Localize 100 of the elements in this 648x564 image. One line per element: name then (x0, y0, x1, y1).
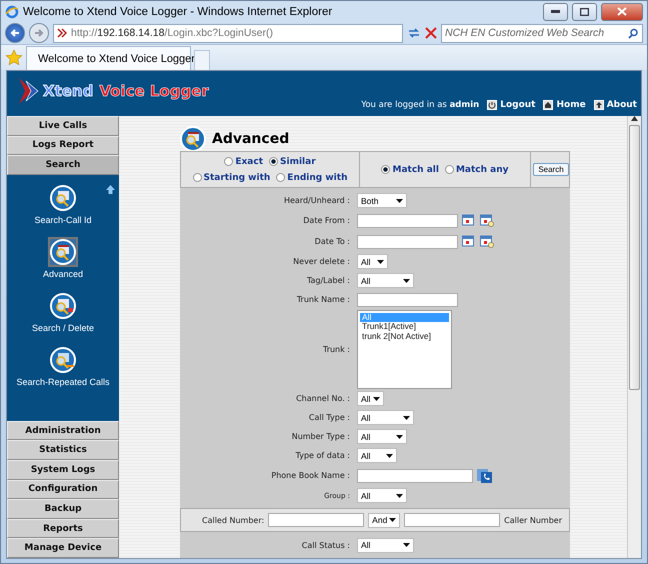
submenu-label[interactable]: Search-Repeated Calls (16, 376, 110, 387)
caret-icon (396, 494, 403, 498)
radio-option[interactable]: Similar (269, 156, 316, 166)
input-field[interactable] (357, 468, 473, 482)
phone-book-icon[interactable] (477, 468, 492, 483)
menu-button[interactable]: Live Calls (7, 116, 119, 136)
field-label: Trunk : (322, 344, 350, 354)
field-label: Never delete : (292, 257, 350, 266)
menu-button[interactable]: Statistics (7, 440, 119, 460)
minimize-button[interactable] (543, 2, 568, 20)
calendar-icon[interactable] (462, 214, 476, 227)
list-option[interactable]: Trunk1[Active] (360, 322, 449, 332)
date-field[interactable] (357, 214, 458, 228)
caret-icon (403, 543, 410, 547)
caret-icon (373, 396, 380, 400)
caret-icon (403, 416, 410, 420)
field-label: Number Type : (290, 432, 350, 441)
menu-button[interactable]: Logs Report (7, 136, 119, 156)
search-field[interactable]: NCH EN Customized Web Search (441, 24, 643, 42)
refresh-icon[interactable] (407, 27, 421, 39)
trunk-listbox[interactable]: All Trunk1[Active] trunk 2[Not Active] (357, 310, 452, 388)
up-arrow-icon (594, 100, 604, 110)
up-arrow-icon[interactable] (106, 184, 115, 194)
caret-icon (396, 198, 403, 202)
form-title: Advanced (212, 130, 290, 146)
caret-icon (386, 454, 393, 458)
magnifier-icon[interactable] (180, 126, 206, 152)
close-button[interactable] (601, 2, 643, 20)
field-label: Channel No. : (295, 394, 350, 403)
field-label: Call Status : (300, 540, 350, 550)
caret-icon (389, 518, 396, 522)
dropdown[interactable]: All (357, 410, 414, 425)
address-bar[interactable]: http://192.168.14.18/Login.xbc?LoginUser() (53, 24, 403, 42)
field-label: Type of data : (294, 451, 350, 460)
minimize-icon (551, 10, 560, 13)
maximize-icon (580, 8, 589, 16)
submenu-label[interactable]: Search-Call Id (34, 214, 92, 225)
radio-option[interactable]: Match any (444, 164, 508, 174)
input-field[interactable] (268, 513, 364, 527)
search-button[interactable]: Search (533, 163, 569, 176)
dropdown[interactable]: All (357, 254, 388, 269)
close-icon (617, 7, 627, 16)
caret-icon (403, 278, 410, 282)
back-button[interactable] (5, 23, 25, 43)
power-icon (487, 100, 498, 110)
date-field[interactable] (357, 234, 458, 248)
page-icon (57, 28, 67, 38)
radio-option[interactable]: Ending with (276, 172, 348, 182)
radio-option[interactable]: Match all (381, 164, 439, 174)
search-icon[interactable] (628, 28, 639, 38)
header-link[interactable]: About (594, 100, 637, 110)
input-field[interactable] (357, 292, 458, 306)
field-label: Phone Book Name : (270, 471, 350, 480)
stop-icon[interactable] (425, 27, 437, 39)
radio-option[interactable]: Exact (224, 156, 264, 166)
dropdown[interactable]: All (357, 429, 407, 444)
maximize-button[interactable] (572, 2, 597, 20)
scrollbar[interactable] (627, 116, 641, 558)
calendar-clock-icon[interactable] (480, 235, 494, 248)
house-icon (543, 100, 554, 110)
list-option[interactable]: trunk 2[Not Active] (360, 332, 449, 341)
dropdown[interactable]: All (357, 391, 384, 406)
menu-button[interactable]: Reports (7, 518, 119, 538)
login-status: You are logged in as admin (361, 100, 480, 110)
header-link[interactable]: Home (543, 100, 586, 110)
field-label: Call Type : (308, 413, 350, 422)
calendar-clock-icon[interactable] (480, 214, 494, 227)
field-label: Date To : (314, 237, 350, 246)
forward-arrow-icon (34, 28, 44, 38)
menu-button[interactable]: Backup (7, 499, 119, 519)
caret-icon (396, 434, 403, 438)
input-field[interactable] (404, 513, 500, 527)
logo-text: Xtend (43, 82, 94, 100)
submenu-label[interactable]: Search / Delete (32, 322, 94, 333)
submenu-label[interactable]: Advanced (42, 268, 84, 279)
field-label: Heard/Unheard : (282, 196, 350, 205)
radio-option[interactable]: Starting with (192, 172, 270, 182)
menu-button[interactable]: System Logs (7, 460, 119, 480)
dropdown[interactable]: Both (357, 193, 407, 208)
field-label: Caller Number (504, 516, 562, 524)
forward-button[interactable] (29, 23, 49, 43)
dropdown[interactable]: All (357, 448, 397, 463)
dropdown[interactable]: All (357, 488, 407, 503)
field-label: Called Number: (202, 516, 264, 524)
operator-dropdown[interactable]: And (368, 512, 400, 528)
back-arrow-icon (10, 28, 20, 38)
menu-button[interactable]: Administration (7, 420, 119, 440)
favorites-star-icon[interactable] (5, 48, 23, 66)
field-label: Date From : (302, 216, 350, 225)
logo-icon (19, 78, 41, 104)
menu-button[interactable]: Search (7, 155, 119, 175)
calendar-icon[interactable] (462, 235, 476, 248)
window-title: Welcome to Xtend Voice Logger - Windows Internet Explorer (23, 6, 334, 18)
menu-button[interactable]: Manage Device (7, 538, 119, 558)
browser-icon (5, 4, 19, 18)
dropdown[interactable]: All (357, 273, 414, 288)
header-link[interactable]: Logout (487, 100, 536, 110)
menu-button[interactable]: Configuration (7, 480, 119, 500)
dropdown[interactable]: All (357, 538, 414, 552)
logo-text: Voice Logger (99, 82, 209, 100)
